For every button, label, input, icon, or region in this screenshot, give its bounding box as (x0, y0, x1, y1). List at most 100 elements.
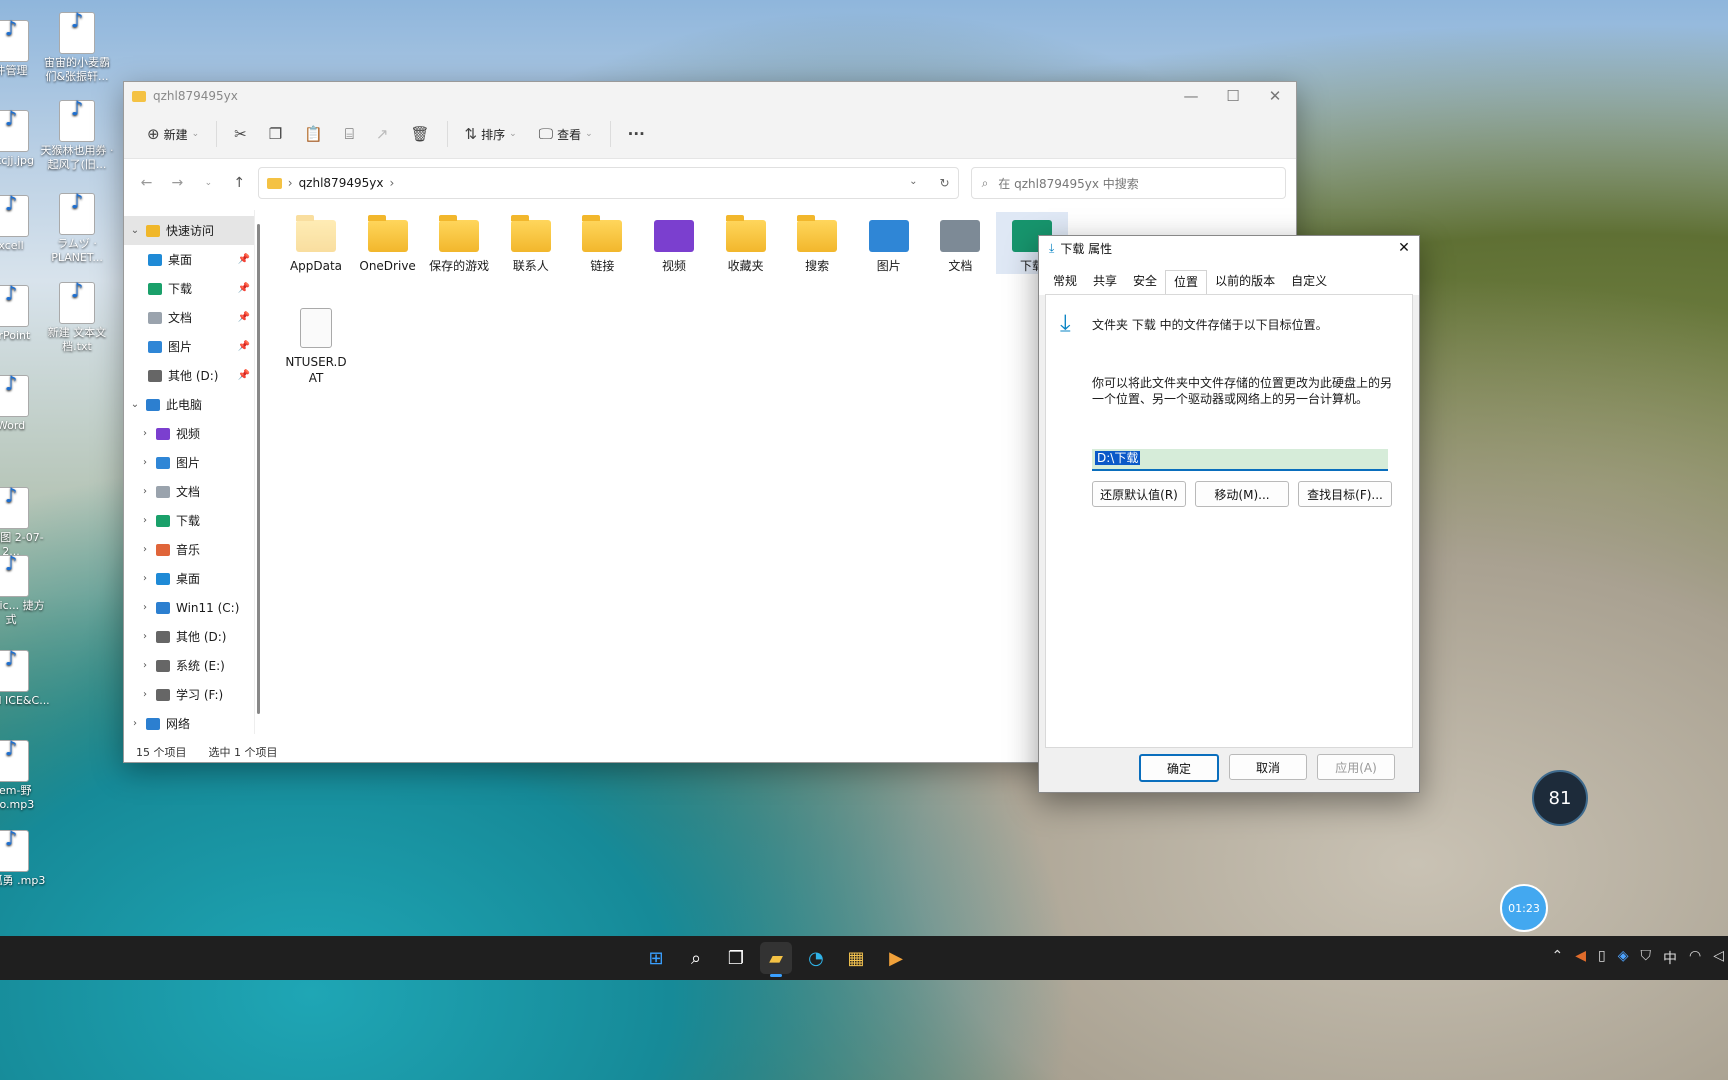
usb-icon[interactable]: ▯ (1598, 948, 1606, 968)
expand-chevron-icon[interactable]: › (134, 457, 156, 468)
input-language[interactable]: 中 (1663, 948, 1677, 968)
dialog-tab[interactable]: 自定义 (1283, 270, 1335, 295)
delete-button[interactable]: 🗑 (399, 117, 440, 151)
ok-button[interactable]: 确定 (1139, 754, 1219, 782)
cancel-button[interactable]: 取消 (1229, 754, 1307, 780)
desktop-icon[interactable]: Music... 捷方式 (0, 555, 50, 627)
sidebar-item[interactable]: 其他 (D:) 📌 (124, 361, 254, 390)
taskbar-search[interactable]: ⌕ (680, 942, 712, 974)
sidebar-item[interactable]: ⌄ 此电脑 (124, 390, 254, 419)
file-item[interactable]: 联系人 (495, 212, 567, 274)
desktop-icon[interactable]: 宙宙的小麦霸 们&张振轩... (38, 12, 116, 84)
view-button[interactable]: 🖵 查看 ⌄ (528, 117, 604, 151)
minimize-button[interactable]: — (1170, 87, 1212, 105)
sidebar-item[interactable]: › Win11 (C:) (124, 593, 254, 622)
start-button[interactable]: ⊞ (640, 942, 672, 974)
sidebar-scrollbar[interactable] (257, 224, 260, 714)
pin-icon[interactable]: 📌 (238, 283, 250, 294)
file-item[interactable]: AppData (280, 212, 352, 274)
dialog-title-bar[interactable]: ⤓ 下载 属性 ✕ (1039, 236, 1419, 260)
sidebar-item[interactable]: › 图片 (124, 448, 254, 477)
file-item[interactable]: OneDrive (352, 212, 424, 274)
dialog-tab[interactable]: 位置 (1165, 270, 1208, 295)
title-bar[interactable]: qzhl879495yx — ☐ ✕ (124, 82, 1296, 110)
up-arrow-icon[interactable]: ↑ (227, 175, 252, 191)
back-arrow-icon[interactable]: ← (134, 175, 159, 191)
speed-badge[interactable]: 81 (1532, 770, 1588, 826)
new-button[interactable]: ⊕ 新建 ⌄ (136, 117, 210, 151)
shield-icon[interactable]: ⛉ (1641, 948, 1652, 968)
file-item[interactable]: NTUSER.D AT (280, 304, 352, 386)
file-item[interactable]: 保存的游戏 (423, 212, 495, 274)
taskbar-store[interactable]: ▦ (840, 942, 872, 974)
timer-badge[interactable]: 01:23 (1500, 884, 1548, 932)
pin-icon[interactable]: 📌 (238, 312, 250, 323)
taskbar-media[interactable]: ▶ (880, 942, 912, 974)
pin-icon[interactable]: 📌 (238, 370, 250, 381)
properties-dialog[interactable]: ⤓ 下载 属性 ✕ 常规 共享 安全 位置 以前的版本 自定义 ⤓ 文件夹 下载 中的文件… (1038, 235, 1420, 793)
address-dropdown-icon[interactable]: ⌄ (909, 176, 917, 190)
search-input[interactable]: 在 qzhl879495yx 中搜索 (998, 175, 1139, 192)
taskbar-file-explorer[interactable]: ▰ (760, 942, 792, 977)
desktop-icon[interactable]: ラムヅ · PLANET... (38, 193, 116, 265)
dialog-tab[interactable]: 以前的版本 (1207, 270, 1283, 295)
paste-button[interactable]: 📋 (293, 117, 334, 151)
volume-icon[interactable]: ◁ (1713, 948, 1724, 968)
show-hidden-icons[interactable]: ⌃ (1551, 948, 1563, 968)
expand-chevron-icon[interactable]: › (124, 718, 146, 729)
apply-button[interactable]: 应用(A) (1317, 754, 1395, 780)
refresh-icon[interactable]: ↻ (940, 176, 950, 190)
sidebar-item[interactable]: › 文档 (124, 477, 254, 506)
sidebar-item[interactable]: 文档 📌 (124, 303, 254, 332)
path-input[interactable]: D:\下载 (1092, 449, 1388, 471)
dialog-close-button[interactable]: ✕ (1389, 240, 1419, 256)
pin-icon[interactable]: 📌 (238, 254, 250, 265)
desktop-icon[interactable]: 新建 文本文 档.txt (38, 282, 116, 354)
pin-icon[interactable]: 📌 (238, 341, 250, 352)
file-item[interactable]: 图片 (853, 212, 925, 274)
find-target-button[interactable]: 查找目标(F)... (1298, 481, 1392, 507)
sidebar-item[interactable]: › 下载 (124, 506, 254, 535)
sidebar-item[interactable]: 图片 📌 (124, 332, 254, 361)
sidebar-item[interactable]: › 其他 (D:) (124, 622, 254, 651)
move-button[interactable]: 移动(M)... (1195, 481, 1289, 507)
dialog-tab[interactable]: 共享 (1085, 270, 1125, 295)
recent-chevron-icon[interactable]: ⌄ (196, 178, 221, 188)
expand-chevron-icon[interactable]: ⌄ (124, 225, 146, 236)
sort-button[interactable]: ⇅ 排序 ⌄ (454, 117, 528, 151)
search-box[interactable]: ⌕ 在 qzhl879495yx 中搜索 (970, 167, 1287, 199)
maximize-button[interactable]: ☐ (1212, 87, 1254, 105)
restore-default-button[interactable]: 还原默认值(R) (1092, 481, 1186, 507)
expand-chevron-icon[interactable]: › (134, 602, 156, 613)
expand-chevron-icon[interactable]: › (134, 631, 156, 642)
more-button[interactable]: ··· (617, 117, 656, 151)
file-item[interactable]: 链接 (566, 212, 638, 274)
taskbar-edge[interactable]: ◔ (800, 942, 832, 974)
tray-app-icon[interactable]: ◀ (1575, 948, 1586, 968)
file-item[interactable]: 搜索 (781, 212, 853, 274)
copy-button[interactable]: ❐ (258, 117, 293, 151)
expand-chevron-icon[interactable]: › (134, 544, 156, 555)
expand-chevron-icon[interactable]: › (134, 573, 156, 584)
dialog-tab[interactable]: 常规 (1045, 270, 1085, 295)
desktop-icon[interactable]: 天猴林也用券 · 起风了(旧... (38, 100, 116, 172)
desktop-icon[interactable]: Gem-野 sco.mp3 (0, 740, 50, 812)
sidebar-item[interactable]: 桌面 📌 (124, 245, 254, 274)
sidebar-item[interactable]: › 音乐 (124, 535, 254, 564)
expand-chevron-icon[interactable]: › (134, 428, 156, 439)
task-view-button[interactable]: ❐ (720, 942, 752, 974)
expand-chevron-icon[interactable]: ⌄ (124, 399, 146, 410)
expand-chevron-icon[interactable]: › (134, 486, 156, 497)
wifi-icon[interactable]: ◠ (1689, 948, 1701, 968)
security-icon[interactable]: ◈ (1618, 948, 1629, 968)
forward-arrow-icon[interactable]: → (165, 175, 190, 191)
breadcrumb[interactable]: qzhl879495yx (299, 176, 384, 190)
sidebar-item[interactable]: › 桌面 (124, 564, 254, 593)
rename-button[interactable]: ⌸ (334, 117, 365, 151)
desktop-icon[interactable]: Word (0, 375, 50, 433)
dialog-tab[interactable]: 安全 (1125, 270, 1165, 295)
share-button[interactable]: ↗ (365, 117, 400, 151)
expand-chevron-icon[interactable]: › (134, 689, 156, 700)
desktop-icon[interactable]: 幕截图 2-07-2... (0, 487, 50, 559)
file-item[interactable]: 视频 (638, 212, 710, 274)
